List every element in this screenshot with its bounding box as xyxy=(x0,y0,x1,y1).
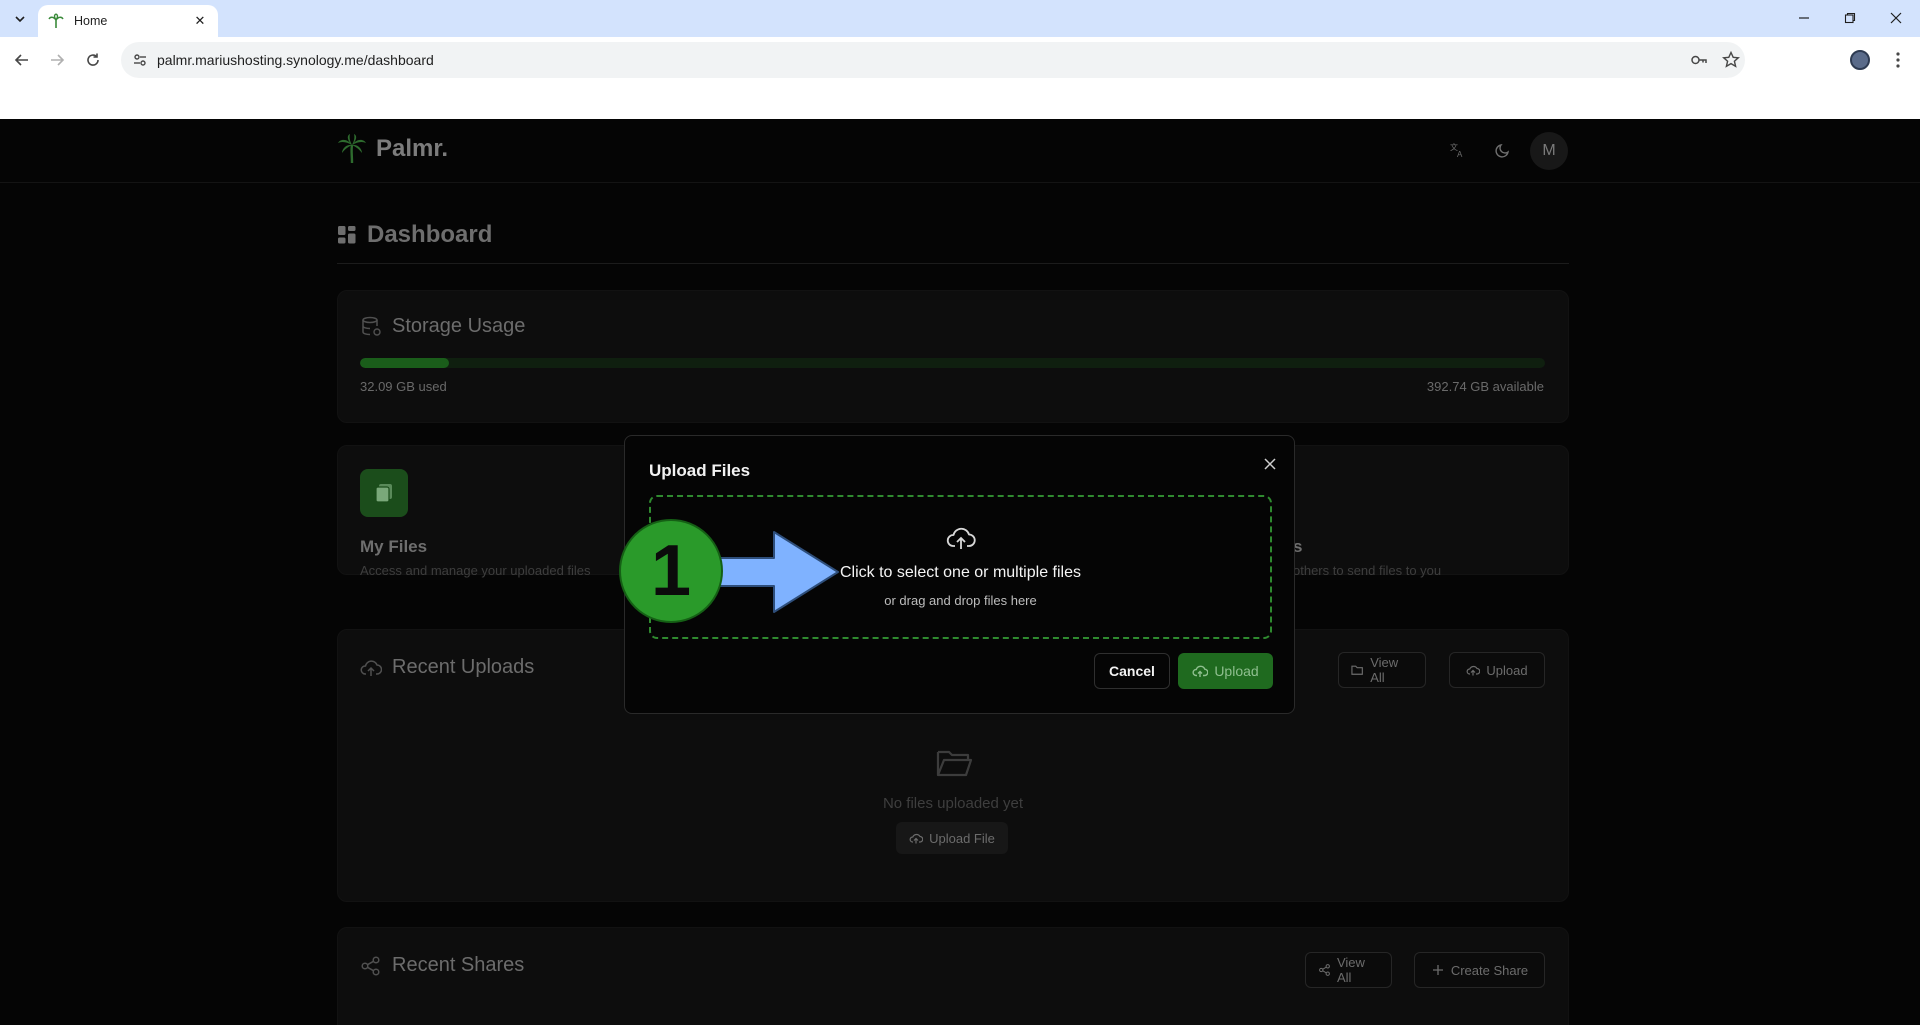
reverse-share-description-fragment: others to send files to you xyxy=(1293,563,1442,578)
storage-usage-title: Storage Usage xyxy=(392,315,526,337)
uploads-upload-label: Upload xyxy=(1486,662,1528,678)
app-logo[interactable]: Palmr. xyxy=(336,133,448,165)
kebab-menu-icon xyxy=(1896,52,1900,68)
cloud-upload-icon xyxy=(1192,665,1209,677)
tab-title: Home xyxy=(74,14,108,28)
close-icon xyxy=(1264,458,1276,470)
upload-button-label: Upload xyxy=(1214,663,1259,679)
storage-usage-title-row: Storage Usage xyxy=(360,315,525,338)
recent-uploads-title: Recent Uploads xyxy=(392,656,535,678)
close-icon xyxy=(1890,12,1902,24)
recent-uploads-title-row: Recent Uploads xyxy=(360,656,534,679)
restore-window-button[interactable] xyxy=(1838,6,1862,30)
page-title: Dashboard xyxy=(367,221,493,248)
recent-shares-title-row: Recent Shares xyxy=(360,954,524,977)
arrow-right-icon xyxy=(51,54,65,66)
forward-button[interactable] xyxy=(43,46,71,74)
page-title-row: Dashboard xyxy=(337,221,492,249)
share-icon xyxy=(1319,964,1330,976)
minimize-window-button[interactable] xyxy=(1792,6,1816,30)
create-share-label: Create Share xyxy=(1450,962,1529,978)
shares-view-all-button[interactable]: View All xyxy=(1305,952,1392,988)
app-header: Palmr. 文A M xyxy=(0,119,1920,183)
my-files-description: Access and manage your uploaded files xyxy=(360,563,591,578)
uploads-empty-text: No files uploaded yet xyxy=(882,795,1024,812)
user-avatar[interactable]: M xyxy=(1530,132,1568,170)
create-share-button[interactable]: Create Share xyxy=(1414,952,1545,988)
cloud-upload-icon xyxy=(909,833,924,844)
address-bar[interactable]: palmr.mariushosting.synology.me/dashboar… xyxy=(121,42,1745,78)
my-files-icon-box[interactable] xyxy=(360,469,408,517)
cloud-upload-icon xyxy=(1466,665,1481,676)
dashboard-icon xyxy=(338,226,356,244)
arrow-left-icon xyxy=(14,54,28,66)
browser-menu-button[interactable] xyxy=(1886,48,1910,72)
storage-progress-fill xyxy=(360,358,450,368)
browser-tab-active[interactable]: Home ✕ xyxy=(38,5,218,37)
svg-text:A: A xyxy=(1457,150,1463,158)
uploads-view-all-button[interactable]: View All xyxy=(1338,652,1426,688)
app-name: Palmr. xyxy=(376,135,449,162)
files-icon xyxy=(375,484,392,503)
password-key-icon[interactable] xyxy=(1689,50,1709,70)
reload-icon xyxy=(87,53,99,66)
my-files-title[interactable]: My Files xyxy=(360,537,427,557)
upload-button[interactable]: Upload xyxy=(1178,653,1273,689)
storage-used-label: 32.09 GB used xyxy=(360,379,447,394)
share-icon xyxy=(360,955,382,977)
url-text: palmr.mariushosting.synology.me/dashboar… xyxy=(157,52,434,68)
tab-close-icon[interactable]: ✕ xyxy=(192,13,208,29)
chevron-down-icon xyxy=(15,16,25,23)
cancel-button[interactable]: Cancel xyxy=(1094,653,1170,689)
cloud-upload-icon xyxy=(946,527,976,549)
empty-folder-icon xyxy=(936,750,973,777)
bookmark-star-icon[interactable] xyxy=(1721,50,1741,70)
plus-icon xyxy=(1432,965,1443,975)
annotation-step-badge: 1 xyxy=(619,519,723,623)
minimize-icon xyxy=(1799,17,1809,19)
back-button[interactable] xyxy=(8,46,36,74)
browser-tab-strip: Home ✕ xyxy=(0,0,1920,37)
recent-shares-title: Recent Shares xyxy=(392,954,525,976)
browser-toolbar: palmr.mariushosting.synology.me/dashboar… xyxy=(0,37,1920,83)
folder-open-icon xyxy=(1351,665,1363,675)
language-switch-button[interactable]: 文A xyxy=(1447,140,1467,160)
database-icon xyxy=(360,316,382,338)
palm-logo-icon xyxy=(338,134,366,164)
uploads-view-all-label: View All xyxy=(1370,655,1399,685)
palm-favicon-icon xyxy=(48,13,64,28)
cloud-upload-icon xyxy=(360,657,382,679)
storage-available-label: 392.74 GB available xyxy=(1426,379,1544,394)
bookmark-bar xyxy=(0,83,1920,119)
moon-icon xyxy=(1495,143,1510,158)
close-window-button[interactable] xyxy=(1884,6,1908,30)
title-divider xyxy=(337,263,1569,264)
reload-button[interactable] xyxy=(79,46,107,74)
restore-icon xyxy=(1844,12,1856,24)
storage-usage-card xyxy=(337,290,1569,423)
upload-file-button[interactable]: Upload File xyxy=(896,822,1008,854)
tab-search-dropdown-button[interactable] xyxy=(9,8,31,30)
browser-profile-avatar[interactable] xyxy=(1850,50,1870,70)
storage-progress-bar xyxy=(360,358,1545,368)
upload-file-label: Upload File xyxy=(929,830,995,846)
shares-view-all-label: View All xyxy=(1336,955,1365,985)
dialog-close-button[interactable] xyxy=(1262,456,1278,472)
uploads-upload-button[interactable]: Upload xyxy=(1449,652,1545,688)
site-info-icon[interactable] xyxy=(131,51,149,69)
theme-toggle-button[interactable] xyxy=(1493,140,1513,160)
translate-icon: 文A xyxy=(1450,142,1463,158)
dialog-title: Upload Files xyxy=(649,461,751,480)
